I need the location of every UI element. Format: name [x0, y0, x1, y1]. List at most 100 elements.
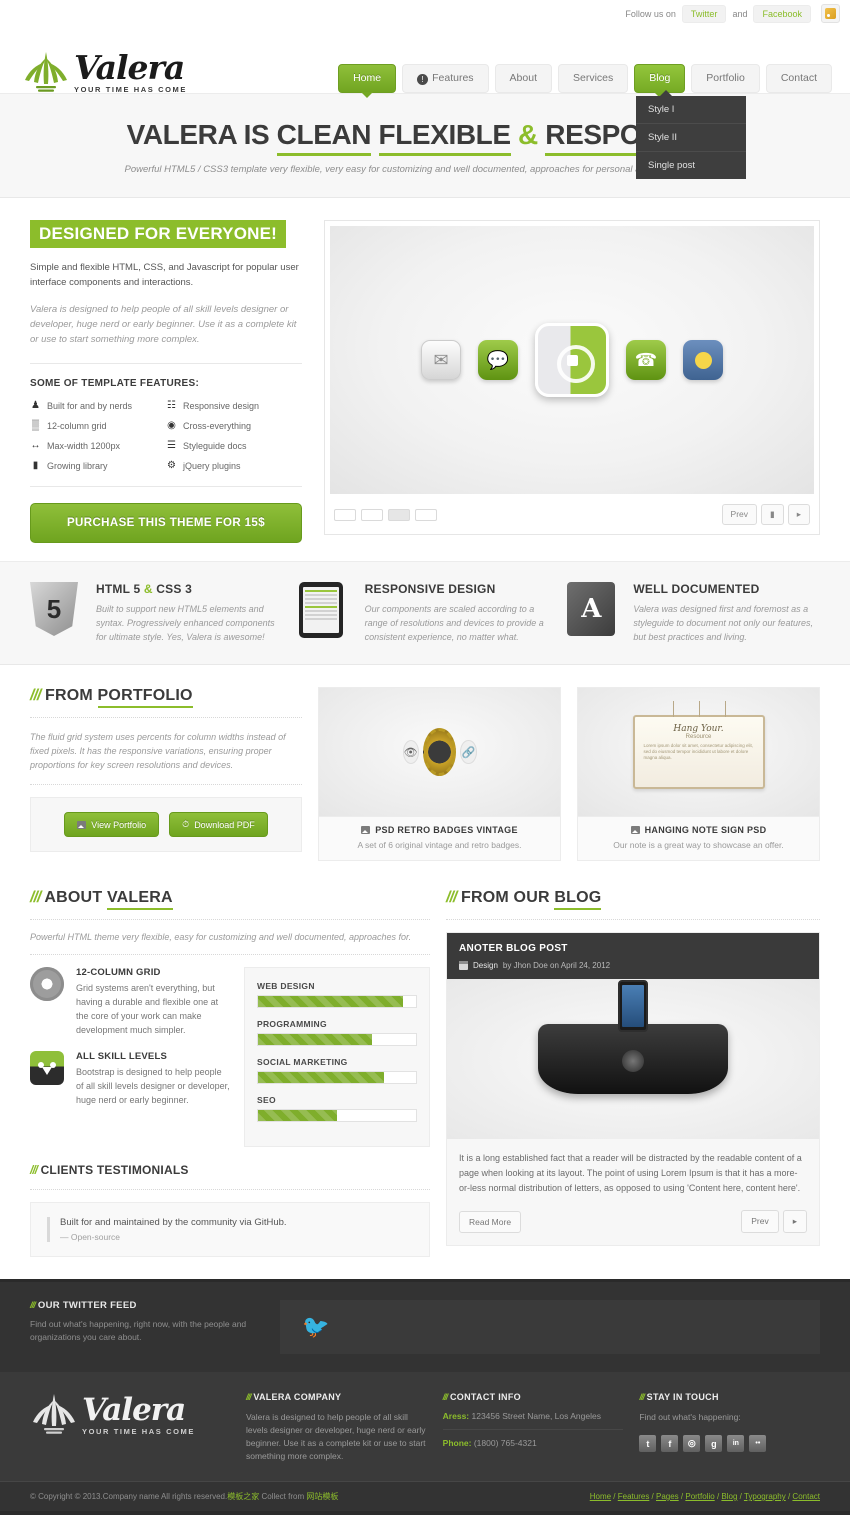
social-links[interactable]: t f ◎ g in •• [639, 1435, 820, 1452]
heading-b: PORTFOLIO [97, 687, 193, 708]
portfolio-card-badges[interactable]: 👁 🔗 PSD RETRO BADGES VINTAGE A set of 6 … [318, 687, 561, 861]
nav-item-features[interactable]: ! Features [402, 64, 489, 93]
blog-post-excerpt: It is a long established fact that a rea… [459, 1153, 802, 1193]
intro-left-column: DESIGNED FOR EVERYONE! Simple and flexib… [30, 220, 302, 543]
heading-text: STAY IN TOUCH [646, 1392, 719, 1402]
divider [30, 486, 302, 487]
twitter-icon[interactable]: t [639, 1435, 657, 1452]
dribbble-icon[interactable]: ◎ [683, 1435, 701, 1452]
bar-track [257, 1071, 417, 1084]
feature-label: Cross-everything [183, 420, 252, 431]
footer-address: Aress: 123456 Street Name, Los Angeles [442, 1411, 624, 1430]
purchase-theme-button[interactable]: PURCHASE THIS THEME FOR 15$ [30, 503, 302, 543]
blog-next-button[interactable]: ▸ [782, 1210, 807, 1233]
blog-prev-button[interactable]: Prev [741, 1210, 779, 1233]
intro-lead: Simple and flexible HTML, CSS, and Javas… [30, 262, 299, 288]
button-label: View Portfolio [91, 819, 147, 830]
twitter-feed-text: /// OUR TWITTER FEED Find out what's hap… [30, 1300, 260, 1344]
mail-icon: ✉ [421, 340, 461, 380]
dropdown-item-style-2[interactable]: Style II [636, 124, 746, 152]
nav-label: Features [432, 72, 474, 84]
portfolio-text: The fluid grid system uses percents for … [30, 732, 286, 770]
read-more-button[interactable]: Read More [459, 1210, 522, 1233]
slider-pause-button[interactable]: ▮ [761, 504, 784, 525]
divider [30, 363, 302, 364]
slashes-decor: /// [30, 889, 41, 906]
slider-next-button[interactable]: ▸ [787, 504, 810, 525]
slashes-decor: /// [446, 889, 457, 906]
badge-icon: ! [417, 74, 429, 85]
footer-link-features[interactable]: Features [618, 1492, 650, 1501]
slider-nav-buttons[interactable]: Prev ▮ ▸ [721, 504, 810, 525]
twitter-feed-heading: /// OUR TWITTER FEED [30, 1300, 260, 1311]
columns-icon: ▒ [31, 420, 40, 431]
center-app-icon [535, 323, 609, 397]
blog-post-card[interactable]: ANOTER BLOG POST Design by Jhon Doe on A… [446, 932, 820, 1246]
portfolio-card-note[interactable]: Hang Your. Resource Lorem ipsum dolor si… [577, 687, 820, 861]
footer-links[interactable]: Home / Features / Pages / Portfolio / Bl… [590, 1492, 820, 1501]
about-item-title: 12-COLUMN GRID [76, 967, 161, 978]
footer-contact-column: /// CONTACT INFO Aress: 123456 Street Na… [442, 1392, 624, 1463]
image-slider[interactable]: ✉ 💬 ☎ Prev ▮ ▸ [324, 220, 820, 535]
logo[interactable]: Valera YOUR TIME HAS COME [22, 50, 187, 94]
feature-item: ♟ Built for and by nerds [30, 400, 166, 411]
flickr-icon[interactable]: •• [749, 1435, 767, 1452]
nav-item-services[interactable]: Services [558, 64, 629, 93]
nav-item-blog[interactable]: Blog [634, 64, 686, 98]
dropdown-item-single-post[interactable]: Single post [636, 152, 746, 179]
logo-name: Valera [74, 48, 185, 87]
rss-icon[interactable] [821, 4, 840, 23]
dotted-divider [30, 784, 302, 785]
portfolio-card-caption: Our note is a great way to showcase an o… [613, 840, 784, 850]
heading-text: CLIENTS TESTIMONIALS [40, 1163, 189, 1177]
copyright-cn2[interactable]: 网站模板 [306, 1492, 338, 1501]
footer-link-contact[interactable]: Contact [792, 1492, 820, 1501]
linkedin-icon[interactable]: in [727, 1435, 745, 1452]
hero-text-1: VALERA IS [126, 119, 277, 150]
footer-link-home[interactable]: Home [590, 1492, 611, 1501]
copyright-b: Collect from [259, 1492, 307, 1501]
footer-logo[interactable]: Valera YOUR TIME HAS COME [30, 1392, 230, 1463]
slider-thumb[interactable] [361, 508, 383, 521]
library-icon: ▮ [32, 460, 39, 471]
gear-icon [26, 963, 68, 1037]
view-portfolio-button[interactable]: View Portfolio [64, 812, 160, 837]
note-body: Lorem ipsum dolor sit amet, consectetur … [643, 743, 754, 760]
slider-thumb[interactable] [415, 508, 437, 521]
slider-thumb-active[interactable] [388, 508, 410, 521]
html5-shield-icon: 5 [30, 582, 84, 644]
facebook-link[interactable]: Facebook [753, 4, 811, 23]
feature-label: Growing library [47, 460, 108, 471]
slider-prev-button[interactable]: Prev [721, 504, 758, 525]
main-navigation[interactable]: Home ! Features About Services Blog Portf… [338, 64, 832, 98]
footer-link-portfolio[interactable]: Portfolio [685, 1492, 714, 1501]
slider-thumbnails[interactable] [334, 508, 437, 521]
slider-thumb[interactable] [334, 508, 356, 521]
footer-link-typography[interactable]: Typography [744, 1492, 786, 1501]
facebook-icon[interactable]: f [661, 1435, 679, 1452]
footer-link-pages[interactable]: Pages [656, 1492, 679, 1501]
nav-item-contact[interactable]: Contact [765, 64, 832, 93]
nav-item-home[interactable]: Home [338, 64, 397, 98]
phone-value: (1800) 765-4321 [471, 1438, 537, 1448]
note-subtitle: Resource [685, 734, 712, 740]
download-pdf-button[interactable]: ⏱ Download PDF [169, 812, 268, 837]
portfolio-buttons: View Portfolio ⏱ Download PDF [30, 797, 302, 852]
twitter-link[interactable]: Twitter [681, 4, 727, 23]
copyright-cn1[interactable]: 模板之家 [227, 1492, 259, 1501]
bar-track [257, 995, 417, 1008]
google-plus-icon[interactable]: g [705, 1435, 723, 1452]
nav-item-portfolio[interactable]: Portfolio [691, 64, 760, 93]
feature-item: ▮ Growing library [30, 460, 166, 471]
dropdown-item-style-1[interactable]: Style I [636, 96, 746, 124]
blog-dropdown-menu[interactable]: Style I Style II Single post [636, 90, 746, 179]
topbar: Follow us on Twitter and Facebook [0, 0, 850, 28]
slashes-decor: /// [639, 1392, 644, 1402]
footer-link-blog[interactable]: Blog [721, 1492, 737, 1501]
gear-icon: ⚙ [167, 460, 176, 471]
nav-item-about[interactable]: About [494, 64, 552, 93]
features-heading: SOME OF TEMPLATE FEATURES: [30, 378, 200, 389]
heading-b: VALERA [106, 889, 173, 910]
about-item-title: ALL SKILL LEVELS [76, 1051, 167, 1062]
footer-logo-name: Valera [82, 1392, 186, 1428]
